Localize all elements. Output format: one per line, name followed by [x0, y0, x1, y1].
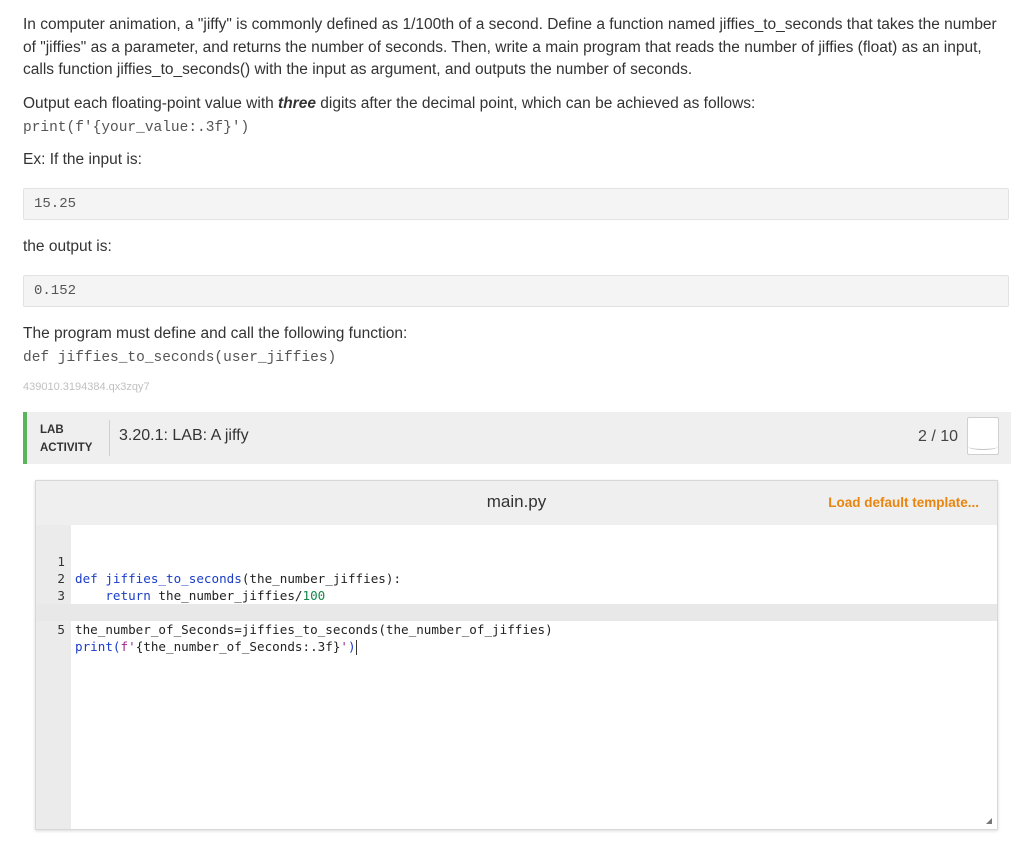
code-token: ' [340, 639, 348, 654]
prompt-emphasis: three [278, 95, 316, 112]
load-default-template-link[interactable]: Load default template... [828, 495, 979, 510]
code-line-active[interactable]: 5 print(f'{the_number_of_Seconds:.3f}') [36, 604, 997, 655]
lab-activity-header: LAB ACTIVITY 3.20.1: LAB: A jiffy 2 / 10 [23, 412, 1011, 464]
function-signature: def jiffies_to_seconds(user_jiffies) [23, 350, 337, 366]
code-token: (the_number_of_jiffies) [378, 622, 553, 637]
line-number: 5 [57, 622, 65, 637]
output-intro: the output is: [23, 238, 112, 255]
resize-handle-icon[interactable] [986, 818, 992, 824]
lab-kind-label: LAB ACTIVITY [40, 421, 92, 457]
lab-kind-line1: LAB [40, 424, 64, 436]
code-editor[interactable]: main.py Load default template... 1 def j… [35, 480, 998, 830]
example-intro: Ex: If the input is: [23, 151, 142, 168]
code-line[interactable]: 4 the_number_of_Seconds=jiffies_to_secon… [36, 587, 997, 637]
prompt-paragraph-1: In computer animation, a "jiffy" is comm… [23, 16, 997, 78]
code-area[interactable]: 1 def jiffies_to_seconds(the_number_jiff… [36, 536, 997, 655]
prompt-text: Output each floating-point value with [23, 95, 279, 112]
code-token: ) [348, 639, 356, 654]
text-cursor [355, 640, 357, 655]
example-input-box: 15.25 [23, 188, 1009, 220]
code-line[interactable]: 3 the_number_of_jiffies=float(input()) [36, 570, 997, 620]
editor-header: main.py Load default template... [36, 481, 997, 525]
format-code: print(f'{your_value:.3f}') [23, 120, 250, 136]
code-token: {the_number_of_Seconds:.3f} [135, 639, 341, 654]
code-token: = [234, 622, 242, 637]
prompt-paragraph-2: Output each floating-point value with th… [23, 93, 1013, 116]
code-token: print [75, 639, 113, 654]
divider [109, 420, 110, 456]
function-intro: The program must define and call the fol… [23, 325, 408, 342]
lab-kind-line2: ACTIVITY [40, 442, 93, 454]
code-line[interactable]: 1 def jiffies_to_seconds(the_number_jiff… [36, 536, 997, 586]
code-token: jiffies_to_seconds [241, 622, 379, 637]
lab-title: 3.20.1: LAB: A jiffy [119, 427, 249, 444]
code-token: ( [112, 639, 121, 654]
code-token: the_number_of_Seconds [75, 622, 235, 637]
activity-id: 439010.3194384.qx3zqy7 [23, 381, 150, 393]
completion-badge-icon [967, 417, 999, 455]
example-output-box: 0.152 [23, 275, 1009, 307]
code-token: f' [120, 639, 136, 654]
prompt-text: digits after the decimal point, which ca… [315, 95, 756, 112]
lab-score: 2 / 10 [917, 428, 958, 445]
code-line[interactable]: 2 return the_number_jiffies/100 [36, 553, 997, 603]
